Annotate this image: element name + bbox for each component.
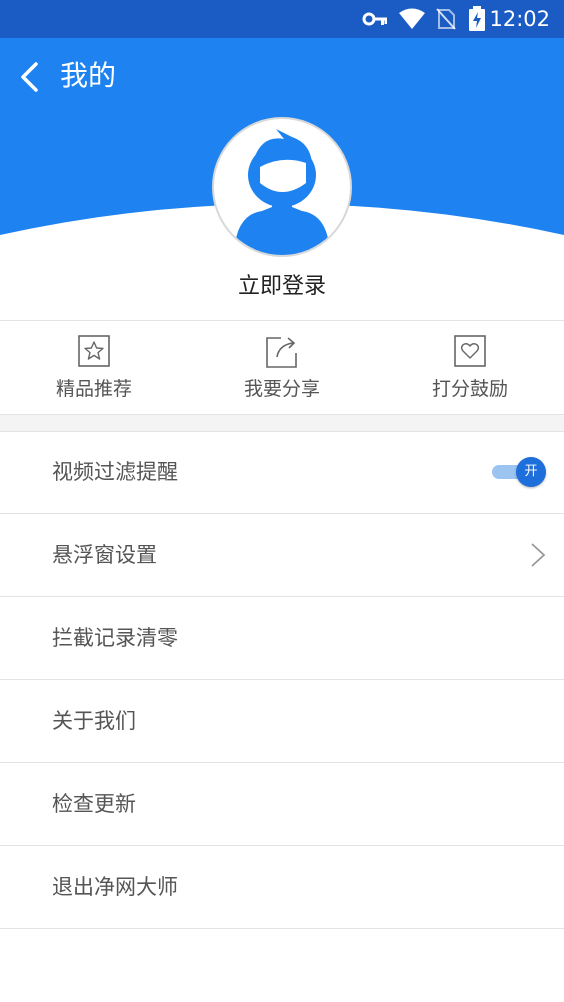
no-sim-icon: [436, 8, 456, 30]
menu-item-floating-window[interactable]: 悬浮窗设置: [0, 514, 564, 597]
toggle-knob: 开: [516, 457, 546, 487]
menu-item-clear-records[interactable]: 拦截记录清零: [0, 597, 564, 680]
back-arrow-icon[interactable]: [14, 60, 48, 94]
menu-item-label: 退出净网大师: [52, 875, 178, 899]
menu-item-label: 视频过滤提醒: [52, 460, 178, 484]
video-filter-toggle[interactable]: 开: [488, 457, 546, 487]
quick-action-recommend[interactable]: 精品推荐: [0, 321, 188, 414]
wifi-icon: [399, 8, 425, 29]
quick-actions: 精品推荐 我要分享 打分鼓励: [0, 321, 564, 414]
quick-action-label: 打分鼓励: [431, 378, 508, 400]
star-icon: [78, 335, 110, 367]
menu-item-label: 关于我们: [52, 709, 136, 733]
profile-header: 我的 立即登录: [0, 38, 564, 320]
battery-charging-icon: [469, 6, 485, 31]
page-title: 我的: [60, 59, 117, 92]
quick-action-label: 精品推荐: [55, 378, 132, 400]
menu-item-check-update[interactable]: 检查更新: [0, 763, 564, 846]
quick-action-rate[interactable]: 打分鼓励: [376, 321, 564, 414]
section-gap: [0, 415, 564, 431]
menu-item-label: 拦截记录清零: [52, 626, 178, 650]
share-icon: [266, 337, 297, 368]
menu-item-label: 检查更新: [52, 792, 136, 816]
quick-action-label: 我要分享: [243, 378, 320, 400]
menu-item-label: 悬浮窗设置: [52, 543, 157, 567]
status-bar: 12:02: [0, 0, 564, 38]
menu-item-about[interactable]: 关于我们: [0, 680, 564, 763]
avatar[interactable]: [212, 117, 352, 257]
settings-menu: 视频过滤提醒 开 悬浮窗设置 拦截记录清零 关于我们 检查更新 退出净网大师: [0, 431, 564, 929]
menu-item-exit[interactable]: 退出净网大师: [0, 846, 564, 929]
menu-item-video-filter[interactable]: 视频过滤提醒 开: [0, 431, 564, 514]
vpn-key-icon: [362, 12, 387, 26]
heart-icon: [454, 335, 486, 367]
quick-action-share[interactable]: 我要分享: [188, 321, 376, 414]
login-link[interactable]: 立即登录: [0, 272, 564, 302]
default-avatar-icon: [234, 129, 330, 255]
chevron-right-icon: [531, 543, 546, 567]
status-time: 12:02: [489, 7, 550, 31]
